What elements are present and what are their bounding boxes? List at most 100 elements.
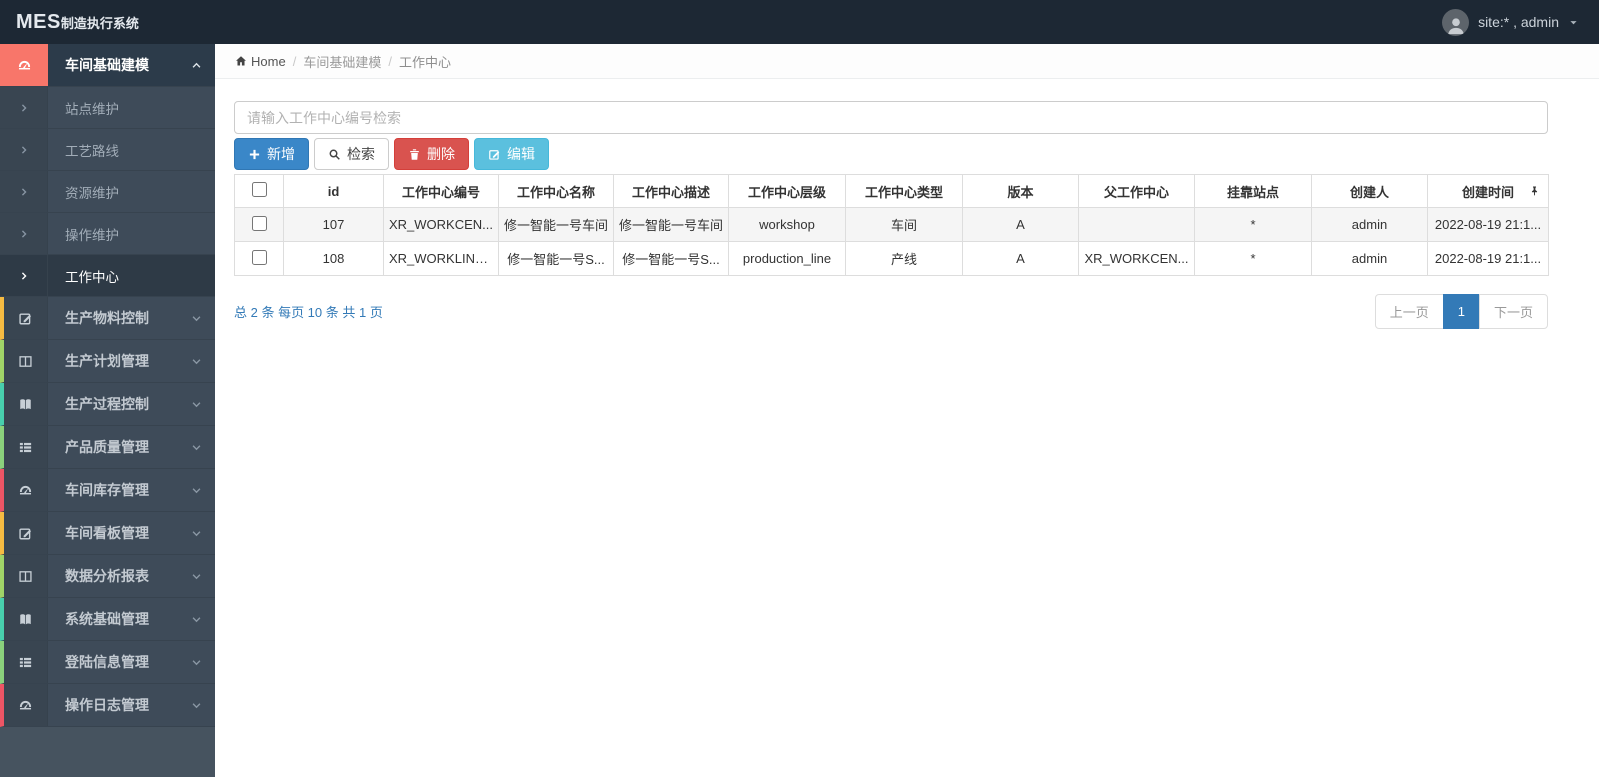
breadcrumb-separator: / [292, 53, 297, 69]
button-label: 编辑 [507, 146, 535, 162]
sidebar-group-workshop-basic-modeling[interactable]: 车间基础建模 [0, 44, 215, 87]
page-1-button[interactable]: 1 [1442, 294, 1480, 329]
column-header: 工作中心层级 [728, 174, 846, 208]
book-icon [4, 598, 48, 640]
list-icon [4, 641, 48, 683]
sidebar-group-production-plan-management[interactable]: 生产计划管理 [0, 340, 215, 383]
home-icon [236, 56, 246, 66]
sidebar-group-production-process-control[interactable]: 生产过程控制 [0, 383, 215, 426]
table-cell: 108 [283, 241, 384, 276]
sidebar-item-operation-maintenance[interactable]: 操作维护 [0, 213, 215, 255]
table-header-row: id 工作中心编号 工作中心名称 工作中心描述 工作中心层级 工作中心类型 版本 父工作中心挂… [234, 174, 1549, 208]
edit-icon [4, 297, 48, 339]
add-button[interactable]: 新增 [234, 138, 309, 170]
table-row[interactable]: 108 XR_WORKLINE... 修一智能一号S... 修一智能一号S... pro… [234, 241, 1549, 276]
pager: 上一页 1 下一页 [1374, 294, 1548, 329]
breadcrumb-current: 工作中心 [398, 54, 451, 70]
sidebar-group-data-analysis-report[interactable]: 数据分析报表 [0, 555, 215, 598]
pin-icon[interactable] [1529, 186, 1540, 197]
content-area: 新增 检索 删除 编辑 id工作中心编号工作中心名称工作中心描述工作中心层级工作中心类… [215, 79, 1599, 329]
row-checkbox[interactable] [251, 249, 267, 265]
columns-icon [4, 555, 48, 597]
edit-button[interactable]: 编辑 [474, 138, 549, 170]
sidebar-group-label: 车间库存管理 [65, 482, 149, 498]
column-header: 父工作中心 [1078, 174, 1195, 208]
sidebar-group-label: 操作日志管理 [65, 697, 149, 713]
breadcrumb-home[interactable]: Home [235, 54, 286, 69]
edit-icon [4, 512, 48, 554]
chevron-down-icon [177, 684, 215, 726]
prev-page-button[interactable]: 上一页 [1374, 294, 1444, 329]
breadcrumb-section[interactable]: 车间基础建模 [303, 52, 381, 71]
pagination-summary: 总 2 条 每页 10 条 共 1 页 [234, 305, 383, 320]
table-cell: XR_WORKCEN... [383, 207, 499, 242]
chevron-down-icon [177, 297, 215, 339]
sidebar-group-product-quality-management[interactable]: 产品质量管理 [0, 426, 215, 469]
chevron-down-icon [177, 426, 215, 468]
brand-main: MES [16, 10, 61, 33]
edit-icon [488, 148, 501, 161]
sidebar-group-production-material-control[interactable]: 生产物料控制 [0, 297, 215, 340]
pagination: 总 2 条 每页 10 条 共 1 页 上一页 1 下一页 [234, 294, 1548, 329]
list-icon [4, 426, 48, 468]
chevron-right-icon [0, 87, 48, 128]
brand-sub: 制造执行系统 [60, 15, 139, 31]
user-menu[interactable]: site:* , admin [1442, 8, 1579, 36]
table-cell: XR_WORKCEN... [1078, 241, 1195, 276]
sidebar-group-label: 车间基础建模 [65, 57, 149, 73]
sidebar-item-resource-maintenance[interactable]: 资源维护 [0, 171, 215, 213]
trash-icon [408, 148, 421, 161]
table-cell: 修一智能一号车间 [498, 207, 614, 242]
chevron-right-icon [0, 129, 48, 170]
chevron-down-icon [177, 469, 215, 511]
sidebar-group-workshop-inventory-management[interactable]: 车间库存管理 [0, 469, 215, 512]
sidebar-group-workshop-kanban-management[interactable]: 车间看板管理 [0, 512, 215, 555]
sidebar-item-label: 操作维护 [65, 227, 119, 243]
sidebar-item-label: 工作中心 [65, 269, 119, 285]
row-checkbox[interactable] [251, 215, 267, 231]
search-icon [328, 148, 341, 161]
table-cell: workshop [728, 207, 846, 242]
breadcrumb: Home / 车间基础建模 / 工作中心 [215, 44, 1599, 79]
table-cell: admin [1311, 207, 1428, 242]
sidebar-item-process-route[interactable]: 工艺路线 [0, 129, 215, 171]
sidebar-item-label: 站点维护 [65, 101, 119, 117]
table-cell: A [962, 207, 1079, 242]
button-label: 检索 [347, 146, 375, 162]
delete-button[interactable]: 删除 [394, 138, 469, 170]
chevron-down-icon [177, 641, 215, 683]
table-row[interactable]: 107 XR_WORKCEN... 修一智能一号车间 修一智能一号车间 workshop… [234, 207, 1549, 242]
gauge-icon [0, 44, 48, 86]
sidebar-group-label: 产品质量管理 [65, 439, 149, 455]
chevron-down-icon [177, 383, 215, 425]
chevron-down-icon [177, 598, 215, 640]
book-icon [4, 383, 48, 425]
sidebar-group-operation-log-management[interactable]: 操作日志管理 [0, 684, 215, 727]
sidebar-group-login-info-management[interactable]: 登陆信息管理 [0, 641, 215, 684]
user-label: site:* , admin [1478, 14, 1559, 30]
search-input[interactable] [234, 101, 1548, 134]
table-cell: 修一智能一号S... [613, 241, 729, 276]
column-header: 工作中心类型 [845, 174, 963, 208]
table-cell: 产线 [845, 241, 963, 276]
main-panel: Home / 车间基础建模 / 工作中心 新增 检索 删除 编辑 id工作中心编号工作… [215, 44, 1599, 777]
table-cell: 2022-08-19 21:1... [1427, 241, 1549, 276]
toolbar-buttons: 新增 检索 删除 编辑 [234, 138, 1548, 170]
table-body: 107 XR_WORKCEN... 修一智能一号车间 修一智能一号车间 workshop… [234, 207, 1549, 276]
next-page-button[interactable]: 下一页 [1478, 294, 1548, 329]
sidebar-group-label: 生产计划管理 [65, 353, 149, 369]
button-label: 新增 [267, 146, 295, 162]
brand: MES 制造执行系统 [16, 11, 139, 34]
app-shell: 车间基础建模 站点维护 工艺路线 资源维护 操作维护 工作中心 生产物料控制 生产计划管理 生产… [0, 44, 1599, 777]
chevron-down-icon [177, 555, 215, 597]
search-button[interactable]: 检索 [314, 138, 389, 170]
sidebar-group-system-basic-management[interactable]: 系统基础管理 [0, 598, 215, 641]
select-all-checkbox[interactable] [251, 182, 267, 197]
sidebar-menu: 车间基础建模 站点维护工艺路线 资源维护操作维护工作中心生产物料控制生产计划管理生产… [0, 44, 215, 727]
column-header: 工作中心编号 [383, 174, 499, 208]
sidebar-item-work-center[interactable]: 工作中心 [0, 255, 215, 297]
sidebar-group-label: 车间看板管理 [65, 525, 149, 541]
table-cell: admin [1311, 241, 1428, 276]
sidebar-item-site-maintenance[interactable]: 站点维护 [0, 87, 215, 129]
caret-down-icon [1568, 17, 1579, 28]
